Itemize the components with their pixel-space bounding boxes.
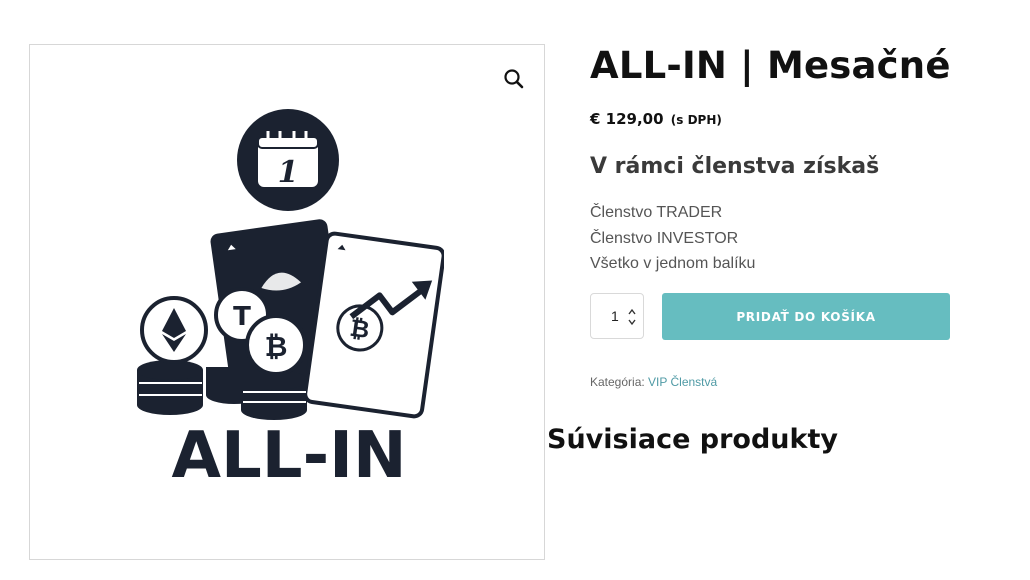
product-gallery: 1 ₿ T ₿ ALL-IN [29, 44, 545, 560]
logo-wordmark: ALL-IN [171, 419, 406, 485]
category-label: Kategória: [590, 375, 645, 389]
stepper-arrows-icon[interactable] [627, 306, 637, 328]
add-to-cart-button[interactable]: PRIDAŤ DO KOŠÍKA [662, 293, 950, 340]
svg-text:₿: ₿ [348, 314, 371, 344]
category-link[interactable]: VIP Členstvá [648, 375, 717, 389]
quantity-value[interactable]: 1 [611, 308, 619, 324]
benefit-item: Členstvo TRADER [590, 204, 723, 221]
product-image[interactable]: 1 ₿ T ₿ ALL-IN [134, 105, 446, 493]
benefits-list: Členstvo TRADER Členstvo INVESTOR Všetko… [590, 200, 755, 277]
product-title: ALL-IN | Mesačné [590, 44, 951, 87]
svg-text:₿: ₿ [265, 330, 288, 363]
price-tax-suffix: (s DPH) [670, 113, 722, 127]
benefits-heading: V rámci členstva získaš [590, 154, 880, 179]
calendar-day-number: 1 [278, 155, 299, 190]
benefit-item: Členstvo INVESTOR [590, 229, 739, 247]
related-products-heading: Súvisiace produkty [547, 424, 838, 455]
product-category: Kategória: VIP Členstvá [590, 375, 717, 389]
price-amount: € 129,00 [590, 110, 664, 128]
benefit-item: Všetko v jednom balíku [590, 255, 756, 272]
zoom-magnifier-icon[interactable] [500, 65, 528, 93]
quantity-stepper[interactable]: 1 [590, 293, 644, 339]
svg-text:T: T [233, 302, 251, 332]
product-price: € 129,00 (s DPH) [590, 110, 722, 128]
